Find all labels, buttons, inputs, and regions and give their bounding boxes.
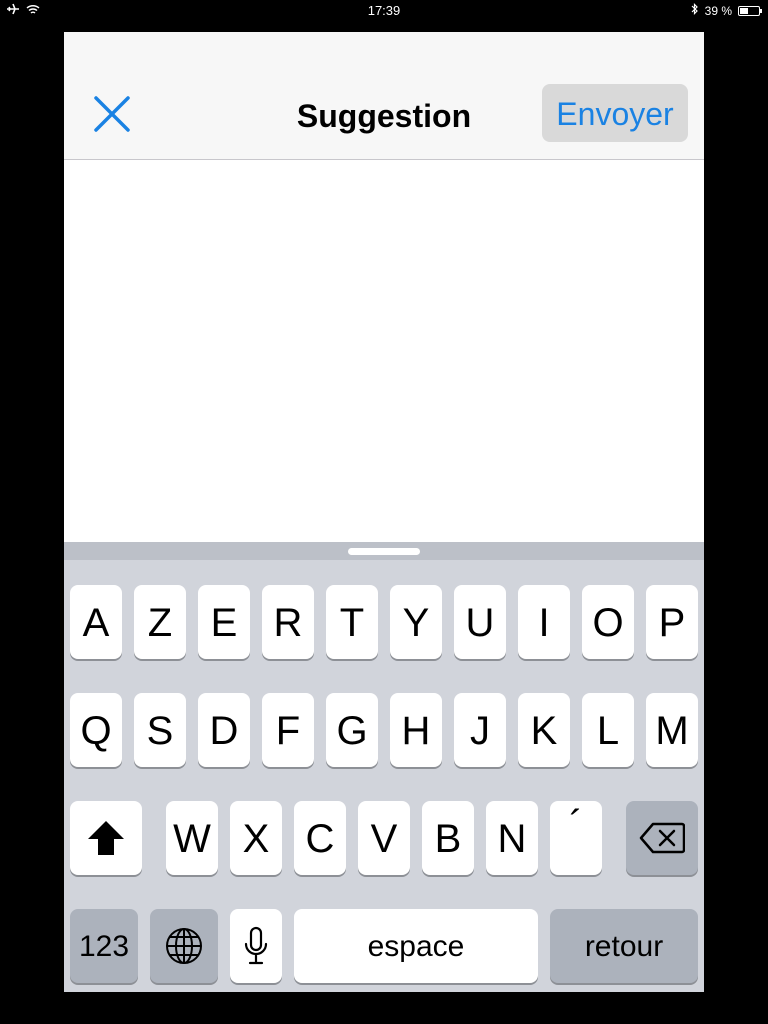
microphone-icon	[244, 926, 268, 965]
key-y[interactable]: Y	[390, 585, 442, 659]
send-button[interactable]: Envoyer	[542, 84, 688, 142]
key-s[interactable]: S	[134, 693, 186, 767]
numbers-key[interactable]: 123	[70, 909, 138, 983]
dictation-key[interactable]	[230, 909, 282, 983]
battery-percent: 39 %	[704, 3, 732, 18]
key-p[interactable]: P	[646, 585, 698, 659]
space-key[interactable]: espace	[294, 909, 538, 983]
key-h[interactable]: H	[390, 693, 442, 767]
key-z[interactable]: Z	[134, 585, 186, 659]
key-accent[interactable]: ´	[550, 801, 602, 875]
key-o[interactable]: O	[582, 585, 634, 659]
globe-key[interactable]	[150, 909, 218, 983]
return-key[interactable]: retour	[550, 909, 698, 983]
key-e[interactable]: E	[198, 585, 250, 659]
key-t[interactable]: T	[326, 585, 378, 659]
key-u[interactable]: U	[454, 585, 506, 659]
keyboard-top-bar	[64, 542, 704, 560]
message-text-area[interactable]	[64, 160, 704, 542]
key-v[interactable]: V	[358, 801, 410, 875]
suggestion-sheet: Suggestion Envoyer A Z E R T Y U I O P Q…	[64, 32, 704, 992]
key-x[interactable]: X	[230, 801, 282, 875]
delete-key[interactable]	[626, 801, 698, 875]
navigation-bar: Suggestion Envoyer	[64, 32, 704, 160]
keyboard-drag-handle[interactable]	[348, 548, 420, 555]
globe-icon	[166, 928, 202, 964]
key-j[interactable]: J	[454, 693, 506, 767]
key-b[interactable]: B	[422, 801, 474, 875]
key-a[interactable]: A	[70, 585, 122, 659]
key-c[interactable]: C	[294, 801, 346, 875]
keyboard: A Z E R T Y U I O P Q S D F G H J K L M …	[64, 542, 704, 992]
shift-key[interactable]	[70, 801, 142, 875]
backspace-icon	[639, 822, 685, 854]
key-w[interactable]: W	[166, 801, 218, 875]
key-d[interactable]: D	[198, 693, 250, 767]
key-n[interactable]: N	[486, 801, 538, 875]
bluetooth-icon	[691, 3, 699, 18]
key-r[interactable]: R	[262, 585, 314, 659]
status-time: 17:39	[367, 3, 401, 18]
key-l[interactable]: L	[582, 693, 634, 767]
key-g[interactable]: G	[326, 693, 378, 767]
key-q[interactable]: Q	[70, 693, 122, 767]
battery-icon	[738, 5, 762, 16]
shift-icon	[88, 821, 124, 855]
key-i[interactable]: I	[518, 585, 570, 659]
status-bar: 17:39 39 %	[0, 0, 768, 22]
key-k[interactable]: K	[518, 693, 570, 767]
key-m[interactable]: M	[646, 693, 698, 767]
status-right: 39 %	[691, 3, 762, 18]
key-f[interactable]: F	[262, 693, 314, 767]
